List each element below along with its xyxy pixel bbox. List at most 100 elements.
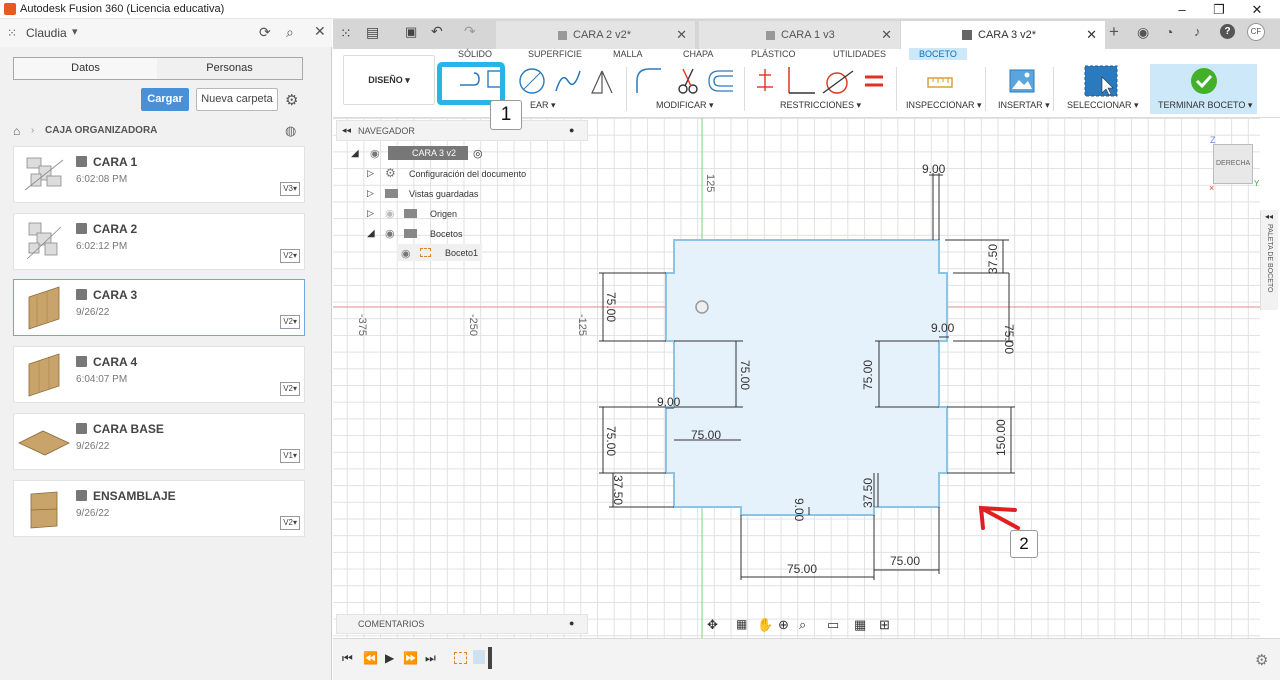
user-avatar[interactable]: CF — [1247, 23, 1265, 41]
list-item[interactable]: CARA 2 6:02:12 PM V2▾ — [13, 213, 305, 270]
close-tab-icon[interactable]: ✕ — [676, 21, 687, 49]
timeline-feature-icon[interactable] — [473, 650, 485, 664]
new-tab-icon[interactable]: + — [1109, 22, 1119, 42]
pin-icon[interactable]: ● — [569, 618, 574, 628]
tangent-constraint-icon[interactable] — [822, 70, 854, 94]
create-group-label[interactable]: EAR ▾ — [530, 100, 556, 111]
dim-label[interactable]: 9.00 — [922, 162, 946, 176]
list-item[interactable]: ENSAMBLAJE 9/26/22 V2▾ — [13, 480, 305, 537]
expand-root-icon[interactable]: ◢ — [351, 148, 359, 159]
restore-icon[interactable]: ❐ — [1202, 1, 1236, 18]
horizontal-vertical-constraint-icon[interactable] — [757, 69, 773, 91]
play-icon[interactable]: ▶ — [385, 651, 394, 665]
extensions-icon[interactable]: ◉ — [1137, 24, 1149, 41]
timeline-settings-icon[interactable]: ⚙ — [1255, 651, 1268, 669]
list-item[interactable]: CARA 1 6:02:08 PM V3▾ — [13, 146, 305, 203]
upload-button[interactable]: Cargar — [141, 88, 189, 111]
inspect-group-label[interactable]: INSPECCIONAR ▾ — [906, 100, 982, 111]
browser-node[interactable]: Vistas guardadas — [409, 189, 478, 199]
version-badge[interactable]: V1▾ — [280, 449, 300, 463]
browser-node-boceto1[interactable]: ◉ Boceto1 — [397, 244, 482, 261]
dim-label[interactable]: 37.50 — [611, 475, 625, 505]
job-status-icon[interactable]: ◔ — [1165, 24, 1173, 40]
tab-cara3-active[interactable]: CARA 3 v2* ✕ — [901, 21, 1105, 49]
viewports-icon[interactable]: ⊞ — [879, 617, 890, 633]
go-to-end-icon[interactable]: ⏭ — [425, 651, 436, 666]
design-canvas[interactable]: 9.00 37.50 75.00 9.00 75.00 75.00 75.00 … — [333, 118, 1260, 638]
grid-settings-icon[interactable]: ▦ — [854, 617, 866, 633]
sketch-feature-icon[interactable] — [454, 652, 467, 664]
dim-label[interactable]: 75.00 — [738, 360, 752, 390]
dim-label[interactable]: 150.00 — [994, 419, 1008, 456]
tab-chapa[interactable]: CHAPA — [683, 49, 713, 59]
close-icon[interactable]: ✕ — [1240, 1, 1274, 18]
notifications-icon[interactable]: ♪ — [1194, 24, 1201, 39]
undo-icon[interactable]: ↶ — [431, 23, 443, 40]
fillet-tool-icon[interactable] — [636, 68, 661, 93]
view-cube-face[interactable]: DERECHA — [1216, 160, 1250, 167]
list-item[interactable]: CARA 4 6:04:07 PM V2▾ — [13, 346, 305, 403]
tab-superficie[interactable]: SUPERFICIE — [528, 49, 582, 59]
version-badge[interactable]: V2▾ — [280, 249, 300, 263]
dim-label[interactable]: 75.00 — [691, 428, 721, 442]
version-badge[interactable]: V3▾ — [280, 182, 300, 196]
expand-icon[interactable]: ▷ — [367, 208, 374, 219]
activate-icon[interactable]: ◎ — [473, 147, 483, 160]
help-icon[interactable]: ? — [1220, 24, 1235, 39]
modify-group-label[interactable]: MODIFICAR ▾ — [656, 100, 714, 111]
expand-icon[interactable]: ▷ — [367, 168, 374, 179]
close-tab-icon[interactable]: ✕ — [1086, 21, 1097, 49]
eye-hidden-icon[interactable]: ◉ — [385, 207, 395, 220]
dim-label[interactable]: 37.50 — [861, 478, 875, 508]
close-tab-icon[interactable]: ✕ — [881, 21, 892, 49]
origin-point[interactable] — [695, 300, 709, 314]
go-to-start-icon[interactable]: ⏮ — [342, 651, 353, 666]
dim-label[interactable]: 37.50 — [986, 244, 1000, 274]
view-cube[interactable]: Z DERECHA × Y — [1209, 135, 1259, 193]
step-back-icon[interactable]: ⏪ — [363, 651, 378, 665]
save-icon[interactable]: ▣ — [405, 24, 417, 40]
dim-label[interactable]: 75.00 — [861, 360, 875, 390]
browser-node[interactable]: Configuración del documento — [409, 169, 526, 179]
tab-datos[interactable]: Datos — [13, 57, 158, 80]
coincident-constraint-icon[interactable] — [788, 67, 815, 94]
dim-label[interactable]: 9.00 — [931, 321, 955, 335]
select-tool-icon[interactable] — [1084, 65, 1118, 97]
trim-scissors-icon[interactable] — [678, 68, 698, 94]
mirror-tool-icon[interactable] — [591, 70, 613, 94]
expand-palette-icon[interactable]: ◂◂ — [1265, 212, 1273, 221]
eye-icon[interactable]: ◉ — [370, 147, 380, 160]
close-panel-icon[interactable]: ✕ — [314, 23, 326, 40]
tab-plastico[interactable]: PLÁSTICO — [751, 49, 796, 59]
tab-malla[interactable]: MALLA — [613, 49, 643, 59]
step-forward-icon[interactable]: ⏩ — [403, 651, 418, 665]
offset-tool-icon[interactable] — [708, 70, 733, 92]
pin-icon[interactable]: ● — [569, 125, 574, 135]
dim-label[interactable]: 75.00 — [787, 562, 817, 576]
dim-label[interactable]: 75.00 — [604, 426, 618, 456]
version-badge[interactable]: V2▾ — [280, 382, 300, 396]
select-group-label[interactable]: SELECCIONAR ▾ — [1067, 100, 1139, 111]
home-icon[interactable]: ⌂ — [13, 124, 20, 138]
list-item-selected[interactable]: CARA 3 9/26/22 V2▾ — [13, 279, 305, 336]
comments-bar[interactable]: COMENTARIOS ● — [336, 614, 588, 634]
new-folder-button[interactable]: Nueva carpeta — [196, 88, 278, 111]
equal-constraint-icon[interactable] — [865, 75, 883, 87]
tab-utilidades[interactable]: UTILIDADES — [833, 49, 886, 59]
eye-icon[interactable]: ◉ — [385, 227, 395, 240]
spline-tool-icon[interactable] — [555, 70, 581, 92]
tab-solido[interactable]: SÓLIDO — [458, 49, 492, 59]
zoom-icon[interactable]: ⊕ — [778, 617, 789, 633]
browser-node[interactable]: Bocetos — [430, 229, 463, 239]
search-icon[interactable]: ⌕ — [286, 24, 294, 41]
insert-image-icon[interactable] — [1009, 69, 1035, 93]
minimize-icon[interactable]: – — [1165, 1, 1199, 18]
dim-label[interactable]: 75.00 — [1002, 324, 1016, 354]
user-name[interactable]: Claudia — [26, 26, 67, 40]
tab-personas[interactable]: Personas — [157, 57, 303, 80]
expand-icon[interactable]: ◢ — [367, 228, 375, 239]
browser-header[interactable]: ◂◂ NAVEGADOR ● — [336, 120, 588, 141]
finish-sketch-button[interactable]: TERMINAR BOCETO ▾ — [1150, 64, 1257, 114]
eye-icon[interactable]: ◉ — [401, 247, 411, 260]
refresh-icon[interactable]: ⟳ — [259, 24, 271, 41]
